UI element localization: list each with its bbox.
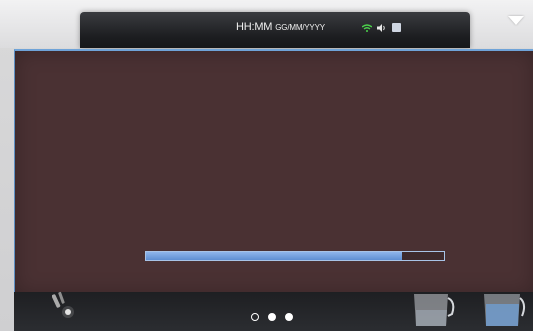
progress-bar — [145, 251, 445, 261]
progress-fill — [146, 252, 403, 260]
status-time: HH:MM — [236, 21, 273, 33]
page-dot-2[interactable] — [268, 313, 276, 321]
wifi-icon — [362, 24, 372, 32]
page-dot-3[interactable] — [285, 313, 293, 321]
wand-icon[interactable] — [52, 290, 76, 318]
status-bar-center: HH:MM GG/MM/YYYY — [80, 12, 470, 48]
dropdown-icon[interactable] — [508, 16, 524, 25]
page-indicator — [251, 313, 293, 323]
status-bar: HH:MM GG/MM/YYYY — [0, 0, 533, 48]
water-jug-icon[interactable] — [480, 292, 526, 328]
status-datetime: HH:MM GG/MM/YYYY — [236, 21, 325, 33]
printer-icon — [392, 23, 401, 32]
page-dot-1[interactable] — [251, 313, 259, 321]
device-screen: HH:MM GG/MM/YYYY — [0, 0, 533, 331]
volume-icon — [377, 24, 385, 32]
milk-jug-icon[interactable] — [410, 292, 456, 328]
status-date: GG/MM/YYYY — [275, 23, 325, 32]
